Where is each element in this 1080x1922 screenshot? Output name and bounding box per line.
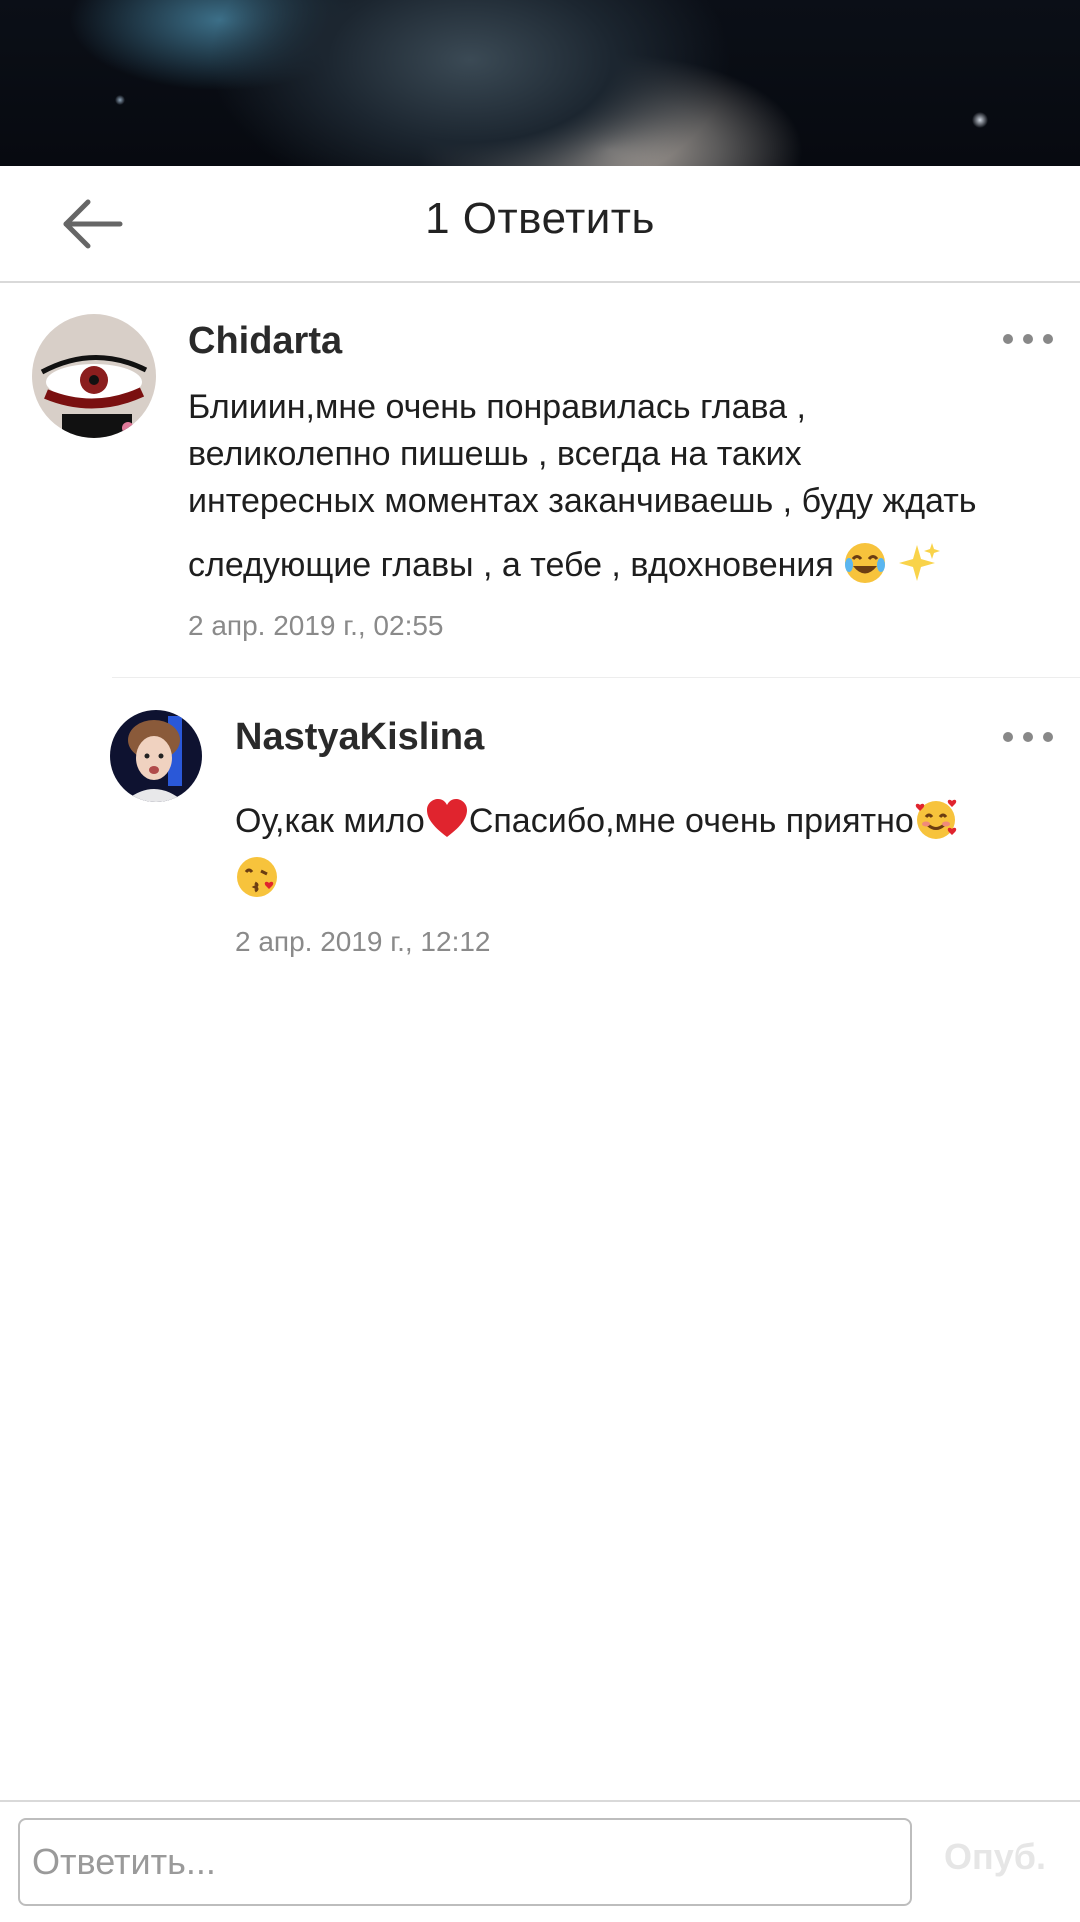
comment-text-line: интересных моментах заканчиваешь , буду …: [188, 482, 977, 520]
comment-text-line: великолепно пишешь , всегда на таких: [188, 435, 802, 473]
more-horizontal-icon: [1003, 732, 1053, 742]
red-heart-icon: [426, 799, 467, 837]
more-options-button[interactable]: [1000, 328, 1056, 350]
comment-text-segment: Оу,как мило: [235, 802, 425, 840]
top-bar: 1 Ответить: [0, 166, 1080, 283]
reply-item: NastyaKislina Оу,как мило Спасибо,мне оч…: [0, 690, 1080, 970]
comment-text-segment: следующие главы , а тебе , вдохновения: [188, 546, 834, 584]
cover-image: [0, 0, 1080, 166]
reply-input[interactable]: [18, 1818, 912, 1906]
comment-username[interactable]: NastyaKislina: [235, 716, 484, 759]
comment-timestamp: 2 апр. 2019 г., 12:12: [235, 926, 491, 957]
comment-item: Chidarta Блииин,мне очень понравилась гл…: [0, 300, 1080, 660]
sparkles-icon: [898, 543, 940, 581]
comment-text-line: Блииин,мне очень понравилась глава ,: [188, 388, 806, 426]
comment-timestamp: 2 апр. 2019 г., 02:55: [188, 610, 444, 641]
page-title: 1 Ответить: [425, 194, 655, 243]
comment-text: Оу,как мило Спасибо,мне очень приятно: [235, 792, 1035, 908]
face-with-tears-of-joy-icon: [845, 543, 886, 583]
comment-text: Блииин,мне очень понравилась глава , вел…: [188, 384, 1068, 589]
avatar[interactable]: [32, 314, 156, 438]
comment-text-segment: Спасибо,мне очень приятно: [468, 802, 914, 840]
more-options-button[interactable]: [1000, 726, 1056, 748]
divider: [112, 677, 1080, 678]
face-blowing-a-kiss-icon: [237, 857, 277, 897]
comment-username[interactable]: Chidarta: [188, 320, 342, 363]
publish-button[interactable]: Опуб.: [944, 1836, 1046, 1878]
comment-text-line: следующие главы , а тебе , вдохновения: [188, 541, 1068, 589]
more-horizontal-icon: [1003, 334, 1053, 344]
reply-bar: Опуб.: [0, 1800, 1080, 1922]
avatar[interactable]: [110, 710, 202, 802]
smiling-face-with-hearts-icon: [915, 799, 956, 839]
